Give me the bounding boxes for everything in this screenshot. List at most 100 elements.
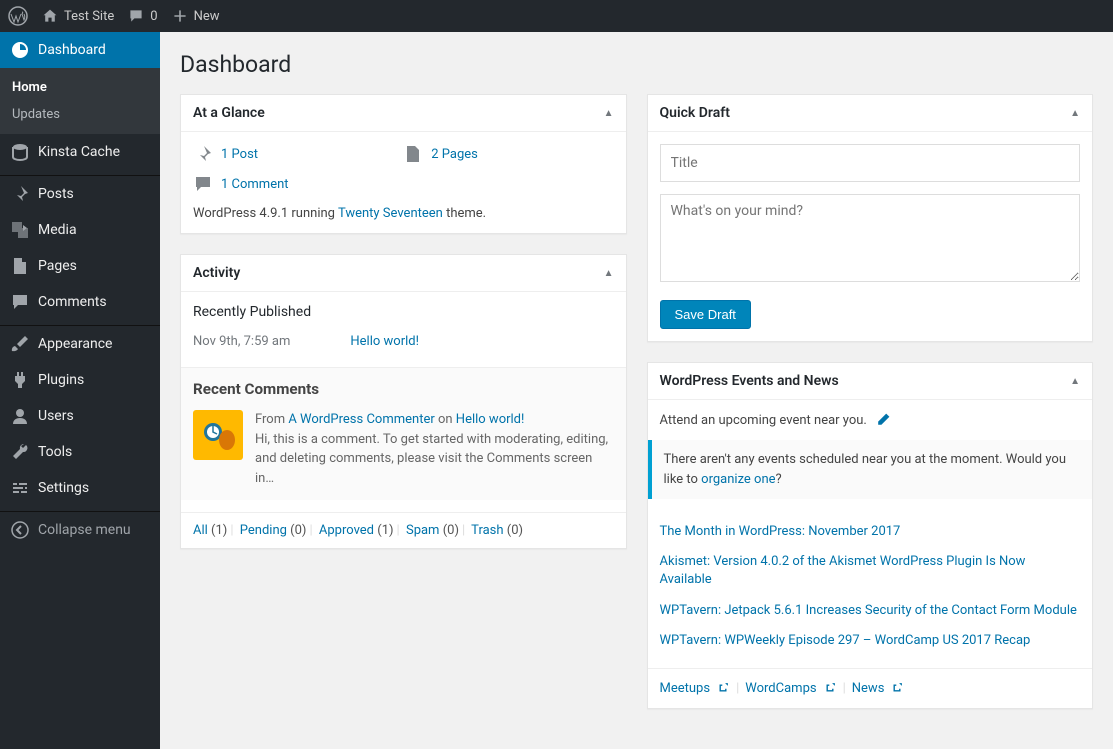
external-icon [823, 681, 837, 695]
admin-bar: Test Site 0 New [0, 0, 1113, 32]
filter-trash[interactable]: Trash [471, 523, 503, 538]
pages-icon [403, 144, 423, 164]
pin-icon [193, 144, 213, 164]
sidebar-item-settings[interactable]: Settings [0, 470, 160, 506]
news-link[interactable]: WPTavern: WPWeekly Episode 297 – WordCam… [660, 633, 1031, 648]
home-icon [42, 8, 58, 24]
sidebar-label: Posts [38, 186, 74, 202]
wrench-icon [10, 442, 30, 462]
sidebar-item-appearance[interactable]: Appearance [0, 326, 160, 362]
comments-count: 0 [150, 9, 157, 24]
glance-pages-link[interactable]: 2 Pages [431, 147, 478, 162]
sliders-icon [10, 478, 30, 498]
published-post-link[interactable]: Hello world! [350, 334, 419, 349]
events-news-box: WordPress Events and News ▲ Attend an up… [647, 362, 1094, 709]
news-link[interactable]: The Month in WordPress: November 2017 [660, 524, 901, 539]
sidebar-item-comments[interactable]: Comments [0, 284, 160, 320]
save-draft-button[interactable]: Save Draft [660, 300, 751, 329]
wp-logo[interactable] [8, 6, 28, 26]
commenter-link[interactable]: A WordPress Commenter [288, 412, 434, 427]
sidebar-label: Tools [38, 444, 72, 460]
comments-bubble[interactable]: 0 [128, 8, 157, 24]
user-icon [10, 406, 30, 426]
activity-title: Activity [193, 265, 240, 281]
sidebar-label: Collapse menu [38, 522, 131, 538]
wordcamps-link[interactable]: WordCamps [745, 681, 816, 696]
events-news-title: WordPress Events and News [660, 373, 839, 389]
pages-icon [10, 256, 30, 276]
comment-meta-line: From A WordPress Commenter on Hello worl… [255, 410, 614, 430]
wp-version-text: WordPress 4.9.1 running Twenty Seventeen… [193, 206, 614, 221]
sidebar-label: Comments [38, 294, 107, 310]
edit-icon[interactable] [875, 412, 891, 428]
filter-spam[interactable]: Spam [406, 523, 440, 538]
toggle-panel[interactable]: ▲ [1070, 108, 1080, 119]
quick-draft-title: Quick Draft [660, 105, 730, 121]
new-content[interactable]: New [172, 8, 220, 24]
comment-post-link[interactable]: Hello world! [456, 412, 525, 427]
toggle-panel[interactable]: ▲ [1070, 376, 1080, 387]
sidebar-collapse[interactable]: Collapse menu [0, 512, 160, 548]
collapse-icon [10, 520, 30, 540]
plugin-icon [10, 370, 30, 390]
sidebar-item-pages[interactable]: Pages [0, 248, 160, 284]
media-icon [10, 220, 30, 240]
news-link[interactable]: WPTavern: Jetpack 5.6.1 Increases Securi… [660, 603, 1077, 618]
at-a-glance-box: At a Glance ▲ 1 Post 2 Pages [180, 94, 627, 234]
sidebar-item-posts[interactable]: Posts [0, 176, 160, 212]
sidebar-label: Media [38, 222, 77, 238]
filter-approved[interactable]: Approved [319, 523, 374, 538]
avatar [193, 410, 243, 460]
sidebar-submenu-dashboard: Home Updates [0, 68, 160, 134]
draft-title-input[interactable] [660, 144, 1081, 182]
glance-posts-link[interactable]: 1 Post [221, 147, 258, 162]
sidebar-item-dashboard[interactable]: Dashboard [0, 32, 160, 68]
admin-sidebar: Dashboard Home Updates Kinsta Cache Post… [0, 32, 160, 749]
news-footer-link[interactable]: News [852, 681, 885, 696]
wapuu-icon [193, 410, 243, 460]
comment-filters: All (1)| Pending (0)| Approved (1)| Spam… [181, 512, 626, 548]
sidebar-label: Appearance [38, 336, 112, 352]
theme-link[interactable]: Twenty Seventeen [338, 206, 443, 221]
new-label: New [194, 9, 220, 24]
news-link[interactable]: Akismet: Version 4.0.2 of the Akismet Wo… [660, 554, 1026, 587]
published-date: Nov 9th, 7:59 am [193, 334, 290, 349]
sidebar-label: Dashboard [38, 42, 106, 58]
comment-excerpt: Hi, this is a comment. To get started wi… [255, 430, 614, 489]
sidebar-item-tools[interactable]: Tools [0, 434, 160, 470]
draft-content-textarea[interactable] [660, 194, 1081, 282]
site-name-link[interactable]: Test Site [42, 8, 114, 24]
plus-icon [172, 8, 188, 24]
at-a-glance-title: At a Glance [193, 105, 265, 121]
sidebar-item-users[interactable]: Users [0, 398, 160, 434]
sidebar-label: Users [38, 408, 74, 424]
page-title: Dashboard [180, 42, 1093, 82]
organize-link[interactable]: organize one [701, 472, 775, 487]
comment-icon [128, 8, 144, 24]
recent-comments-heading: Recent Comments [193, 380, 614, 398]
sidebar-label: Pages [38, 258, 77, 274]
sidebar-item-kinsta-cache[interactable]: Kinsta Cache [0, 134, 160, 170]
events-intro-text: Attend an upcoming event near you. [660, 413, 867, 428]
toggle-panel[interactable]: ▲ [604, 108, 614, 119]
sidebar-item-plugins[interactable]: Plugins [0, 362, 160, 398]
pin-icon [10, 184, 30, 204]
comment-item: From A WordPress Commenter on Hello worl… [193, 410, 614, 488]
sidebar-label: Settings [38, 480, 89, 496]
recently-published-heading: Recently Published [193, 304, 614, 320]
database-icon [10, 142, 30, 162]
filter-pending[interactable]: Pending [240, 523, 287, 538]
meetups-link[interactable]: Meetups [660, 681, 711, 696]
main-content: Dashboard At a Glance ▲ 1 Post [160, 32, 1113, 749]
external-icon [890, 681, 904, 695]
comment-icon [193, 174, 213, 194]
quick-draft-box: Quick Draft ▲ Save Draft [647, 94, 1094, 342]
filter-all[interactable]: All [193, 523, 208, 538]
news-list: The Month in WordPress: November 2017 Ak… [660, 511, 1081, 656]
sidebar-item-media[interactable]: Media [0, 212, 160, 248]
sidebar-sub-updates[interactable]: Updates [0, 101, 160, 128]
glance-comments-link[interactable]: 1 Comment [221, 177, 289, 192]
toggle-panel[interactable]: ▲ [604, 268, 614, 279]
sidebar-sub-home[interactable]: Home [0, 74, 160, 101]
site-name: Test Site [64, 9, 114, 24]
